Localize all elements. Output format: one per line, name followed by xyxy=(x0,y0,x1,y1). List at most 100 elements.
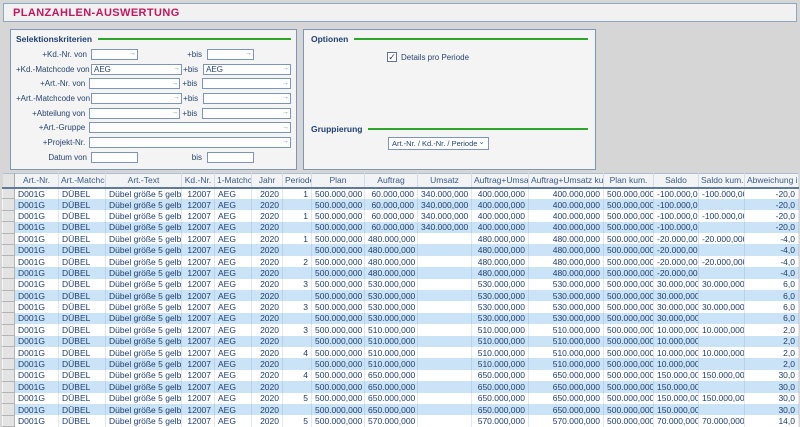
projekt-nr-field: → xyxy=(89,137,291,148)
row-selector[interactable] xyxy=(3,256,15,267)
cell-art-text: Dübel größe 5 gelb xyxy=(106,290,182,301)
cell-umsatz xyxy=(418,256,472,267)
row-selector[interactable] xyxy=(3,188,15,199)
cell-art-text: Dübel größe 5 gelb xyxy=(106,324,182,335)
cell-abweichung: -4,0 xyxy=(745,267,799,278)
row-selector[interactable] xyxy=(3,233,15,244)
column-header-auftrag-umsatz[interactable]: Auftrag+Umsatz xyxy=(472,174,529,188)
cell-art-nr: D001G xyxy=(15,381,59,392)
column-header-plan[interactable]: Plan xyxy=(312,174,365,188)
kd-matchcode-von-input[interactable] xyxy=(91,64,182,75)
column-header-art-text[interactable]: Art.-Text xyxy=(106,174,182,188)
row-selector[interactable] xyxy=(3,381,15,392)
art-matchcode-bis-input[interactable] xyxy=(203,93,291,104)
cell-art-matchcode: DÜBEL xyxy=(59,256,106,267)
cell-abweichung: 6,0 xyxy=(745,301,799,312)
artnr-von-input[interactable] xyxy=(89,78,180,89)
column-header-jahr[interactable]: Jahr xyxy=(252,174,283,188)
cell-art-text: Dübel größe 5 gelb xyxy=(106,336,182,347)
lookup-arrow-icon[interactable]: → xyxy=(173,94,180,102)
lookup-arrow-icon[interactable]: → xyxy=(173,65,180,73)
abteilung-bis-input[interactable] xyxy=(202,108,291,119)
cell-saldo-kum xyxy=(699,199,745,210)
lookup-arrow-icon[interactable]: → xyxy=(171,80,178,88)
row-selector[interactable] xyxy=(3,347,15,358)
row-selector[interactable] xyxy=(3,199,15,210)
cell-abweichung: 6,0 xyxy=(745,290,799,301)
row-selector[interactable] xyxy=(3,301,15,312)
abteilung-von-input[interactable] xyxy=(89,108,180,119)
cell-kd-nr: 12007 xyxy=(182,370,215,381)
column-header-art-nr[interactable]: Art.-Nr. xyxy=(15,174,59,188)
row-selector[interactable] xyxy=(3,267,15,278)
kd-matchcode-bis-input[interactable] xyxy=(203,64,291,75)
row-selector[interactable] xyxy=(3,336,15,347)
column-header-umsatz[interactable]: Umsatz xyxy=(418,174,472,188)
artnr-bis-field: → xyxy=(202,78,291,89)
row-selector[interactable] xyxy=(3,358,15,369)
cell-umsatz: 340.000,000 xyxy=(418,210,472,221)
cell-plan-kum: 500.000,000 xyxy=(604,393,654,404)
datum-von-input[interactable] xyxy=(91,152,138,163)
table-row: D001GDÜBELDübel größe 5 gelb12007AEG2020… xyxy=(3,244,799,255)
cell-jahr: 2020 xyxy=(252,381,283,392)
datum-bis-input[interactable] xyxy=(207,152,254,163)
row-selector[interactable] xyxy=(3,404,15,415)
datum-von-field xyxy=(91,152,138,163)
cell-art-matchcode: DÜBEL xyxy=(59,313,106,324)
lookup-arrow-icon[interactable]: → xyxy=(282,80,289,88)
artnr-bis-input[interactable] xyxy=(202,78,291,89)
column-header-auftrag[interactable]: Auftrag xyxy=(365,174,418,188)
lookup-arrow-icon[interactable]: → xyxy=(282,109,289,117)
cell-art-matchcode: DÜBEL xyxy=(59,370,106,381)
cell-1-matchcode: AEG xyxy=(215,279,252,290)
cell-1-matchcode: AEG xyxy=(215,381,252,392)
cell-abweichung: 30,0 xyxy=(745,381,799,392)
column-header-kd-nr[interactable]: Kd.-Nr. xyxy=(182,174,215,188)
lookup-arrow-icon[interactable]: → xyxy=(282,65,289,73)
cell-plan-kum: 500.000,000 xyxy=(604,358,654,369)
row-selector[interactable] xyxy=(3,324,15,335)
row-selector[interactable] xyxy=(3,210,15,221)
lookup-arrow-icon[interactable]: → xyxy=(282,94,289,102)
cell-art-nr: D001G xyxy=(15,324,59,335)
grouping-title: Gruppierung xyxy=(311,124,362,134)
cell-plan: 500.000,000 xyxy=(312,336,365,347)
table-row: D001GDÜBELDübel größe 5 gelb12007AEG2020… xyxy=(3,267,799,278)
row-selector[interactable] xyxy=(3,313,15,324)
cell-plan: 500.000,000 xyxy=(312,267,365,278)
cell-kd-nr: 12007 xyxy=(182,233,215,244)
lookup-arrow-icon[interactable]: → xyxy=(282,124,289,132)
column-header-plan-kum[interactable]: Plan kum. xyxy=(604,174,654,188)
row-selector[interactable] xyxy=(3,222,15,233)
cell-plan-kum: 500.000,000 xyxy=(604,279,654,290)
row-selector[interactable] xyxy=(3,244,15,255)
column-header-1-matchcode[interactable]: 1-Matchcoc xyxy=(215,174,252,188)
column-header-abweichung[interactable]: Abweichung in % xyxy=(745,174,799,188)
lookup-arrow-icon[interactable]: → xyxy=(245,50,252,58)
lookup-arrow-icon[interactable]: → xyxy=(129,50,136,58)
row-selector[interactable] xyxy=(3,393,15,404)
cell-plan: 500.000,000 xyxy=(312,244,365,255)
row-selector[interactable] xyxy=(3,279,15,290)
column-header-auftrag-umsatz-kum[interactable]: Auftrag+Umsatz kum. xyxy=(529,174,604,188)
cell-auftrag-umsatz-kum: 650.000,000 xyxy=(529,370,604,381)
lookup-arrow-icon[interactable]: → xyxy=(171,109,178,117)
column-header-saldo[interactable]: Saldo xyxy=(654,174,699,188)
column-header-art-matchcode[interactable]: Art.-Matchcode xyxy=(59,174,106,188)
cell-art-nr: D001G xyxy=(15,358,59,369)
column-header-periode[interactable]: Periode xyxy=(283,174,312,188)
row-selector[interactable] xyxy=(3,415,15,426)
row-selector[interactable] xyxy=(3,370,15,381)
details-pro-periode-checkbox[interactable]: ✓ xyxy=(387,52,397,62)
art-gruppe-input[interactable] xyxy=(89,122,291,133)
art-matchcode-von-input[interactable] xyxy=(91,93,182,104)
table-row: D001GDÜBELDübel größe 5 gelb12007AEG2020… xyxy=(3,279,799,290)
projekt-nr-input[interactable] xyxy=(89,137,291,148)
row-selector[interactable] xyxy=(3,290,15,301)
grouping-dropdown[interactable]: Art.-Nr. / Kd.-Nr. / Periode ⌄ xyxy=(388,137,489,150)
column-header-saldo-kum[interactable]: Saldo kum. xyxy=(699,174,745,188)
cell-art-nr: D001G xyxy=(15,267,59,278)
cell-auftrag-umsatz: 530.000,000 xyxy=(472,313,529,324)
lookup-arrow-icon[interactable]: → xyxy=(282,138,289,146)
